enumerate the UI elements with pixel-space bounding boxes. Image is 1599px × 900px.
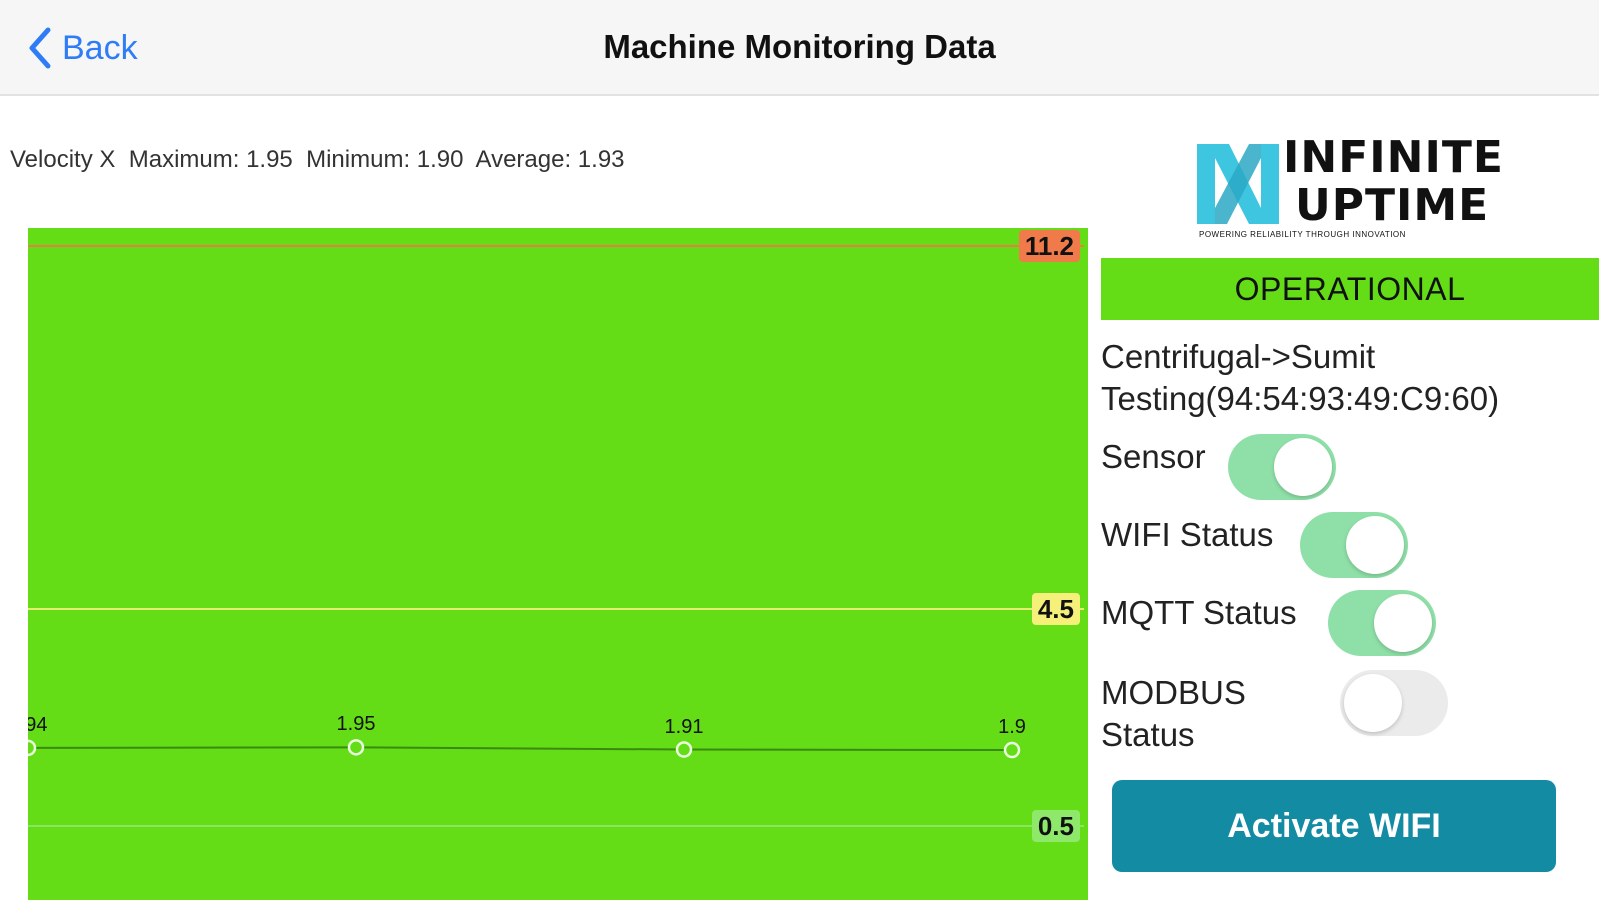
status-banner: OPERATIONAL [1101, 258, 1599, 320]
data-point [1003, 741, 1021, 759]
point-label: 1.91 [664, 715, 704, 738]
data-point [347, 739, 365, 756]
data-point [675, 741, 693, 758]
toggle-knob [1374, 594, 1432, 652]
chart-canvas [28, 245, 1084, 827]
threshold-label: 11.2 [1018, 230, 1080, 262]
mqtt-status-label: MQTT Status [1101, 594, 1297, 631]
toggle-knob [1344, 674, 1402, 732]
logo-text-line2: UPTIME [1295, 180, 1490, 231]
mqtt-status-toggle[interactable] [1328, 590, 1436, 656]
threshold-label: 4.5 [1031, 593, 1080, 625]
wifi-status-label: WIFI Status [1101, 516, 1274, 553]
page-title: Machine Monitoring Data [603, 28, 996, 65]
device-name: Centrifugal->Sumit Testing(94:54:93:49:C… [1101, 336, 1599, 420]
point-label: 1.95 [336, 713, 376, 736]
toggle-knob [1346, 516, 1404, 574]
logo-text-line1: INFINITE [1283, 132, 1504, 183]
point-label: 1.94 [28, 713, 48, 736]
device-name-line2: Testing(94:54:93:49:C9:60) [1101, 380, 1500, 417]
velocity-stats: Velocity X Maximum: 1.95 Minimum: 1.90 A… [10, 146, 625, 173]
point-label: 1.9 [998, 716, 1026, 739]
velocity-chart: 11.2 4.5 0.5 1.94 1.95 1.91 1.9 [28, 228, 1088, 900]
sensor-toggle[interactable] [1228, 434, 1336, 500]
threshold-label: 0.5 [1031, 810, 1080, 842]
activate-wifi-button[interactable]: Activate WIFI [1112, 780, 1556, 872]
infinite-uptime-logo: INFINITE UPTIME POWERING RELIABILITY THR… [1195, 134, 1503, 246]
logo-tagline: POWERING RELIABILITY THROUGH INNOVATION [1199, 230, 1406, 239]
data-point [28, 739, 37, 757]
modbus-label-line1: MODBUS [1101, 674, 1246, 711]
nav-bar: Back Machine Monitoring Data [0, 0, 1599, 96]
modbus-status-label: MODBUS Status [1101, 672, 1246, 756]
wifi-status-toggle[interactable] [1300, 512, 1408, 578]
sensor-label: Sensor [1101, 438, 1206, 475]
toggle-knob [1274, 438, 1332, 496]
logo-mark-icon [1197, 144, 1279, 224]
device-name-line1: Centrifugal->Sumit [1101, 338, 1376, 375]
modbus-status-toggle[interactable] [1340, 670, 1448, 736]
series-line [28, 746, 1013, 752]
modbus-label-line2: Status [1101, 716, 1195, 753]
